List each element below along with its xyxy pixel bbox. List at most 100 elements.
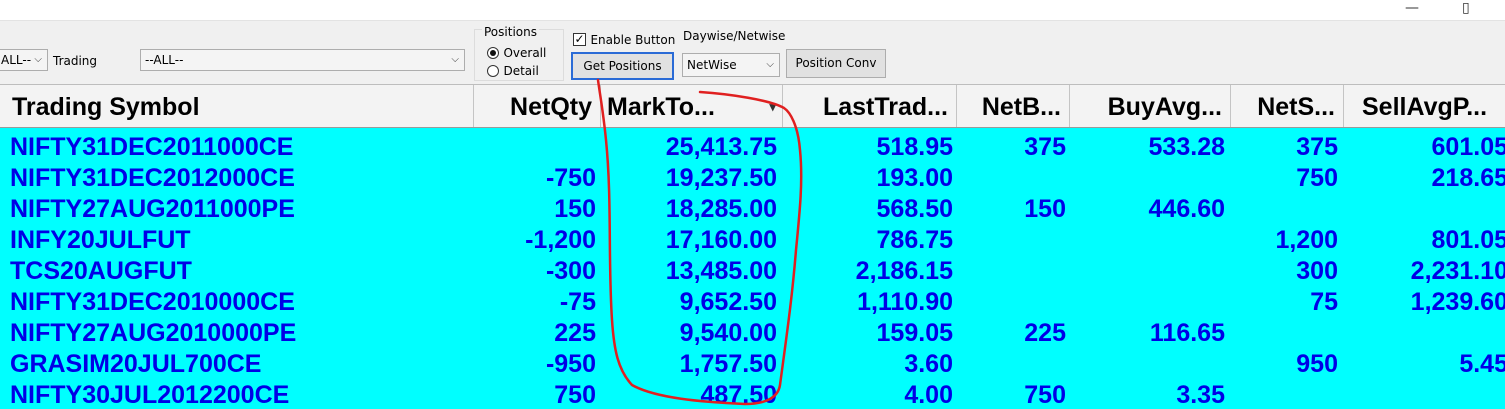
cell-last-traded: 193.00	[876, 164, 953, 192]
cell-net-buy: 750	[1024, 381, 1066, 409]
cell-trading-symbol: NIFTY30JUL2012200CE	[10, 381, 290, 409]
cell-last-traded: 518.95	[876, 133, 953, 161]
cell-last-traded: 1,110.90	[857, 288, 953, 316]
minimize-icon[interactable]: —	[1405, 0, 1419, 16]
cell-trading-symbol: GRASIM20JUL700CE	[10, 350, 262, 378]
netwise-combo-value: NetWise	[687, 58, 737, 72]
positions-group-label: Positions	[482, 25, 539, 39]
enable-button-label: Enable Button	[590, 32, 676, 47]
table-row[interactable]: INFY20JULFUT -1,200 17,160.00 786.75 1,200 80…	[0, 225, 1505, 256]
cell-sell-avg: 218.65	[1431, 164, 1505, 192]
cell-buy-avg: 116.65	[1149, 319, 1225, 347]
cell-sell-avg	[1344, 194, 1505, 225]
cell-net-buy: 225	[1024, 319, 1066, 347]
radio-overall[interactable]: Overall	[487, 44, 546, 62]
get-positions-button[interactable]: Get Positions	[571, 52, 674, 80]
col-header-trading-symbol[interactable]: Trading Symbol	[0, 85, 474, 127]
col-header-mtm[interactable]: MarkTo... ▾	[601, 85, 783, 127]
cell-last-traded: 4.00	[904, 381, 953, 409]
col-header-sell-avg[interactable]: SellAvgP...	[1344, 85, 1505, 127]
cell-net-sell: 1,200	[1275, 226, 1338, 254]
cell-buy-avg: 533.28	[1148, 133, 1225, 161]
cell-mtm: 13,485.00	[665, 257, 777, 285]
cell-net-sell: 750	[1296, 164, 1338, 192]
cell-buy-avg	[1070, 225, 1225, 256]
netwise-combo[interactable]: NetWise ⌵	[682, 53, 780, 77]
cell-last-traded: 568.50	[876, 195, 953, 223]
cell-last-traded: 786.75	[876, 226, 953, 254]
cell-last-traded: 3.60	[904, 350, 953, 378]
checkmark-icon[interactable]: ✓	[573, 33, 586, 47]
cell-net-sell: 300	[1296, 257, 1338, 285]
toolbar: ALL-- ⌵ Trading --ALL-- ⌵ Positions Over…	[0, 20, 1505, 85]
cell-net-buy	[957, 225, 1066, 256]
cell-trading-symbol: NIFTY31DEC2012000CE	[10, 164, 295, 192]
filter-combo[interactable]: ALL-- ⌵	[0, 49, 48, 71]
table-row[interactable]: NIFTY30JUL2012200CE 750 487.50 4.00 750 3.35	[0, 380, 1505, 409]
table-row[interactable]: NIFTY31DEC2012000CE -750 19,237.50 193.00 75…	[0, 163, 1505, 194]
cell-net-sell	[1231, 380, 1338, 409]
cell-buy-avg	[1070, 349, 1225, 380]
cell-buy-avg	[1070, 287, 1225, 318]
cell-mtm: 9,652.50	[679, 288, 777, 316]
cell-buy-avg: 446.60	[1148, 195, 1225, 223]
cell-mtm: 1,757.50	[679, 350, 777, 378]
cell-netqty: 750	[554, 381, 596, 409]
table-row[interactable]: NIFTY31DEC2010000CE -75 9,652.50 1,110.90 75…	[0, 287, 1505, 318]
restore-icon[interactable]: ▯	[1462, 0, 1470, 16]
trading-combo-value: --ALL--	[145, 53, 184, 67]
trading-label: Trading	[53, 54, 98, 68]
cell-mtm: 17,160.00	[665, 226, 777, 254]
cell-netqty: 225	[554, 319, 596, 347]
trading-combo[interactable]: --ALL-- ⌵	[140, 49, 465, 71]
cell-net-sell	[1231, 194, 1338, 225]
position-conv-button[interactable]: Position Conv	[786, 49, 886, 78]
positions-grid[interactable]: NIFTY31DEC2011000CE 25,413.75 518.95 375 533…	[0, 128, 1505, 409]
chevron-down-icon: ⌵	[34, 54, 42, 65]
radio-detail[interactable]: Detail	[487, 62, 539, 80]
cell-trading-symbol: TCS20AUGFUT	[10, 257, 192, 285]
cell-netqty: -750	[545, 164, 596, 192]
radio-detail-label: Detail	[503, 63, 539, 78]
col-header-net-buy[interactable]: NetB...	[957, 85, 1070, 127]
table-row[interactable]: TCS20AUGFUT -300 13,485.00 2,186.15 300 2,231…	[0, 256, 1505, 287]
cell-netqty: 150	[554, 195, 596, 223]
cell-buy-avg	[1070, 256, 1225, 287]
cell-net-sell	[1231, 318, 1338, 349]
cell-trading-symbol: NIFTY31DEC2010000CE	[10, 288, 295, 316]
cell-buy-avg: 3.35	[1176, 381, 1225, 409]
cell-netqty: -300	[545, 257, 596, 285]
daywise-label: Daywise/Netwise	[683, 29, 786, 43]
cell-netqty: -950	[545, 350, 596, 378]
col-header-buy-avg[interactable]: BuyAvg...	[1070, 85, 1231, 127]
cell-net-buy	[957, 163, 1066, 194]
cell-trading-symbol: NIFTY27AUG2010000PE	[10, 319, 297, 347]
cell-sell-avg: 801.05	[1431, 226, 1505, 254]
grid-header: Trading Symbol NetQty MarkTo... ▾ LastTr…	[0, 84, 1505, 128]
sort-descending-icon: ▾	[769, 99, 776, 114]
radio-detail-indicator[interactable]	[487, 64, 499, 77]
cell-sell-avg: 601.05	[1431, 133, 1505, 161]
col-header-netqty[interactable]: NetQty	[474, 85, 601, 127]
cell-netqty: -1,200	[525, 226, 596, 254]
cell-sell-avg	[1344, 380, 1505, 409]
enable-button-checkbox[interactable]: ✓ Enable Button	[573, 31, 675, 49]
cell-trading-symbol: NIFTY31DEC2011000CE	[10, 133, 294, 161]
cell-trading-symbol: NIFTY27AUG2011000PE	[10, 195, 295, 223]
col-header-last-traded[interactable]: LastTrad...	[783, 85, 957, 127]
cell-mtm: 25,413.75	[665, 133, 777, 161]
table-row[interactable]: NIFTY27AUG2011000PE 150 18,285.00 568.50 150…	[0, 194, 1505, 225]
cell-mtm: 9,540.00	[679, 319, 777, 347]
cell-mtm: 19,237.50	[665, 164, 777, 192]
col-header-net-sell[interactable]: NetS...	[1231, 85, 1344, 127]
cell-net-sell: 950	[1296, 350, 1338, 378]
cell-buy-avg	[1070, 163, 1225, 194]
table-row[interactable]: GRASIM20JUL700CE -950 1,757.50 3.60 950 5.45	[0, 349, 1505, 380]
cell-net-sell: 75	[1310, 288, 1338, 316]
radio-overall-indicator[interactable]	[487, 46, 499, 59]
table-row[interactable]: NIFTY31DEC2011000CE 25,413.75 518.95 375 533…	[0, 132, 1505, 163]
chevron-down-icon: ⌵	[451, 54, 459, 65]
cell-sell-avg: 2,231.10	[1410, 257, 1505, 285]
cell-last-traded: 159.05	[876, 319, 953, 347]
table-row[interactable]: NIFTY27AUG2010000PE 225 9,540.00 159.05 225 1…	[0, 318, 1505, 349]
